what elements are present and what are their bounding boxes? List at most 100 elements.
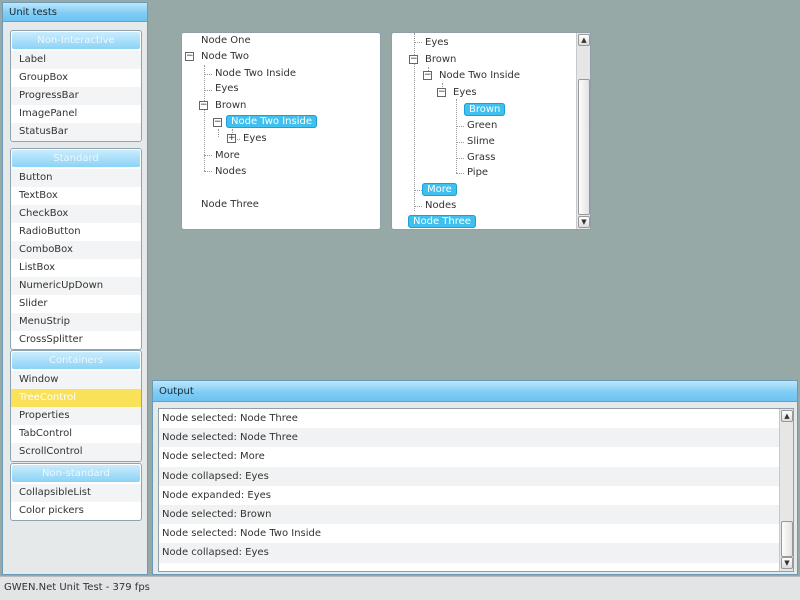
node-label[interactable]: Node Three xyxy=(198,199,262,210)
tree-vertical-scrollbar[interactable]: ▲ ▼ xyxy=(576,33,590,229)
list-item-collapsiblelist[interactable]: CollapsibleList xyxy=(11,484,141,502)
node-label[interactable]: Brown xyxy=(212,100,249,111)
tree-node-more-selected[interactable]: More xyxy=(422,183,457,197)
tree-node-brown[interactable]: Brown xyxy=(422,53,459,67)
tree-node-green[interactable]: Green xyxy=(464,119,500,133)
list-item-groupbox[interactable]: GroupBox xyxy=(11,69,141,87)
list-item-imagepanel[interactable]: ImagePanel xyxy=(11,105,141,123)
tree-node-brown-selected[interactable]: Brown xyxy=(464,103,506,117)
node-label-selected[interactable]: More xyxy=(422,183,457,196)
list-item-combobox[interactable]: ComboBox xyxy=(11,241,141,259)
collapse-icon[interactable]: − xyxy=(409,55,418,64)
node-label[interactable]: More xyxy=(212,150,243,161)
list-item-slider[interactable]: Slider xyxy=(11,295,141,313)
log-row[interactable]: Node collapsed: Eyes xyxy=(159,543,793,563)
tree-node-nodes[interactable]: Nodes xyxy=(422,199,459,213)
group-header-standard[interactable]: Standard xyxy=(12,150,140,167)
tree-node-eyes-child[interactable]: Eyes xyxy=(240,132,270,146)
output-vertical-scrollbar[interactable]: ▲ ▼ xyxy=(779,409,793,571)
tree-node-brown[interactable]: Brown xyxy=(212,99,249,113)
list-item-checkbox[interactable]: CheckBox xyxy=(11,205,141,223)
tree-node-pipe[interactable]: Pipe xyxy=(464,166,491,180)
log-row[interactable]: Node selected: Node Three xyxy=(159,428,793,448)
node-label[interactable]: Nodes xyxy=(212,166,249,177)
tree-node-more[interactable]: More xyxy=(212,149,243,163)
scroll-down-icon[interactable]: ▼ xyxy=(578,216,590,228)
collapse-icon[interactable]: − xyxy=(199,101,208,110)
dock-title: Unit tests xyxy=(3,3,147,22)
list-item-progressbar[interactable]: ProgressBar xyxy=(11,87,141,105)
list-item-tabcontrol[interactable]: TabControl xyxy=(11,425,141,443)
log-row[interactable]: Node selected: More xyxy=(159,447,793,466)
log-row[interactable]: Node selected: Brown xyxy=(159,504,793,525)
list-item-statusbar[interactable]: StatusBar xyxy=(11,123,141,141)
node-label[interactable]: Brown xyxy=(422,54,459,65)
scroll-up-icon[interactable]: ▲ xyxy=(578,34,590,46)
output-window: Output Node selected: Node Three Node se… xyxy=(152,380,798,575)
node-label[interactable]: Node Two xyxy=(198,51,252,62)
node-label-selected[interactable]: Brown xyxy=(464,103,506,116)
output-log-list: Node selected: Node Three Node selected:… xyxy=(158,408,794,572)
tree-line xyxy=(218,129,219,137)
group-non-interactive: Non-Interactive Label GroupBox ProgressB… xyxy=(10,30,142,142)
output-title: Output xyxy=(153,381,797,402)
group-header-non-standard[interactable]: Non-standard xyxy=(12,465,140,482)
tree-node-grass[interactable]: Grass xyxy=(464,151,498,165)
log-row[interactable]: Node selected: Node Three xyxy=(159,409,793,428)
list-item-button[interactable]: Button xyxy=(11,169,141,187)
node-label[interactable]: Nodes xyxy=(422,200,459,211)
tree-node-node-three-selected[interactable]: Node Three xyxy=(408,215,476,229)
list-item-color-pickers[interactable]: Color pickers xyxy=(11,502,141,520)
node-label[interactable]: Eyes xyxy=(450,87,480,98)
scroll-thumb[interactable] xyxy=(781,521,793,557)
tree-node-eyes[interactable]: Eyes xyxy=(450,86,480,100)
tree-node-slime[interactable]: Slime xyxy=(464,135,498,149)
expand-icon[interactable]: + xyxy=(227,134,236,143)
collapse-icon[interactable]: − xyxy=(437,88,446,97)
node-label[interactable]: Pipe xyxy=(464,167,491,178)
node-label[interactable]: Node One xyxy=(198,35,254,46)
tree-node-eyes-top[interactable]: Eyes xyxy=(422,36,452,50)
list-item-properties[interactable]: Properties xyxy=(11,407,141,425)
list-item-numericupdown[interactable]: NumericUpDown xyxy=(11,277,141,295)
log-row[interactable]: Node selected: Node Two Inside xyxy=(159,524,793,543)
list-item-listbox[interactable]: ListBox xyxy=(11,259,141,277)
scroll-down-icon[interactable]: ▼ xyxy=(781,557,793,569)
node-label[interactable]: Eyes xyxy=(240,133,270,144)
node-label[interactable]: Slime xyxy=(464,136,498,147)
log-row[interactable]: Node collapsed: Eyes xyxy=(159,466,793,486)
node-label[interactable]: Eyes xyxy=(212,83,242,94)
scroll-thumb[interactable] xyxy=(578,79,590,215)
collapse-icon[interactable]: − xyxy=(423,71,432,80)
node-label[interactable]: Node Two Inside xyxy=(212,68,299,79)
tree-node-node-two-inside[interactable]: Node Two Inside xyxy=(212,67,299,81)
node-label[interactable]: Grass xyxy=(464,152,498,163)
scroll-up-icon[interactable]: ▲ xyxy=(781,410,793,422)
log-row[interactable]: Node expanded: Eyes xyxy=(159,486,793,505)
tree-node-nodes[interactable]: Nodes xyxy=(212,165,249,179)
list-item-radiobutton[interactable]: RadioButton xyxy=(11,223,141,241)
list-item-treecontrol[interactable]: TreeControl xyxy=(11,389,141,407)
tree-node-node-two[interactable]: Node Two xyxy=(198,50,252,64)
list-item-textbox[interactable]: TextBox xyxy=(11,187,141,205)
node-label[interactable]: Green xyxy=(464,120,500,131)
collapse-icon[interactable]: − xyxy=(213,118,222,127)
list-item-scrollcontrol[interactable]: ScrollControl xyxy=(11,443,141,461)
list-item-label[interactable]: Label xyxy=(11,51,141,69)
node-label[interactable]: Eyes xyxy=(422,37,452,48)
group-header-non-interactive[interactable]: Non-Interactive xyxy=(12,32,140,49)
node-label[interactable]: Node Two Inside xyxy=(436,70,523,81)
tree-node-node-two-inside[interactable]: Node Two Inside xyxy=(436,69,523,83)
collapse-icon[interactable]: − xyxy=(185,52,194,61)
tree-control-1: Node One − Node Two Node Two Inside Eyes… xyxy=(181,32,381,230)
node-label-selected[interactable]: Node Three xyxy=(408,215,476,228)
node-label-selected[interactable]: Node Two Inside xyxy=(226,115,317,128)
tree-node-eyes[interactable]: Eyes xyxy=(212,82,242,96)
group-header-containers[interactable]: Containers xyxy=(12,352,140,369)
list-item-window[interactable]: Window xyxy=(11,371,141,389)
list-item-crosssplitter[interactable]: CrossSplitter xyxy=(11,331,141,349)
tree-node-node-three[interactable]: Node Three xyxy=(198,198,262,212)
tree-node-node-one[interactable]: Node One xyxy=(198,34,254,48)
tree-node-node-two-inside-selected[interactable]: Node Two Inside xyxy=(226,115,317,129)
list-item-menustrip[interactable]: MenuStrip xyxy=(11,313,141,331)
